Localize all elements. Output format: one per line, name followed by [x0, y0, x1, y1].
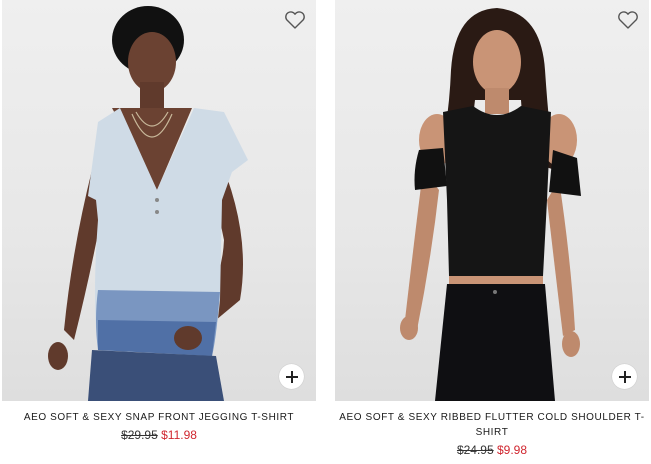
original-price: $29.95: [121, 428, 158, 442]
product-card: AEO SOFT & SEXY RIBBED FLUTTER COLD SHOU…: [335, 0, 649, 464]
product-grid: AEO SOFT & SEXY SNAP FRONT JEGGING T-SHI…: [0, 0, 651, 464]
product-info: AEO SOFT & SEXY RIBBED FLUTTER COLD SHOU…: [335, 410, 649, 458]
model-photo-illustration: [400, 8, 581, 401]
product-info: AEO SOFT & SEXY SNAP FRONT JEGGING T-SHI…: [2, 410, 316, 443]
quick-add-button[interactable]: [612, 364, 637, 389]
product-image[interactable]: [335, 0, 649, 401]
product-name[interactable]: AEO SOFT & SEXY SNAP FRONT JEGGING T-SHI…: [2, 410, 316, 425]
price-row: $29.95 $11.98: [2, 428, 316, 443]
sale-price: $9.98: [497, 443, 528, 457]
sale-price: $11.98: [161, 428, 197, 442]
heart-outline-icon: [285, 11, 305, 29]
product-card: AEO SOFT & SEXY SNAP FRONT JEGGING T-SHI…: [2, 0, 316, 464]
heart-outline-icon: [618, 11, 638, 29]
product-image[interactable]: [2, 0, 316, 401]
wishlist-button[interactable]: [284, 10, 306, 30]
model-photo-illustration: [48, 6, 248, 401]
original-price: $24.95: [456, 443, 494, 457]
product-name[interactable]: AEO SOFT & SEXY RIBBED FLUTTER COLD SHOU…: [335, 410, 649, 440]
wishlist-button[interactable]: [617, 10, 639, 30]
price-row: $24.95 $9.98: [335, 443, 649, 458]
quick-add-button[interactable]: [279, 364, 304, 389]
